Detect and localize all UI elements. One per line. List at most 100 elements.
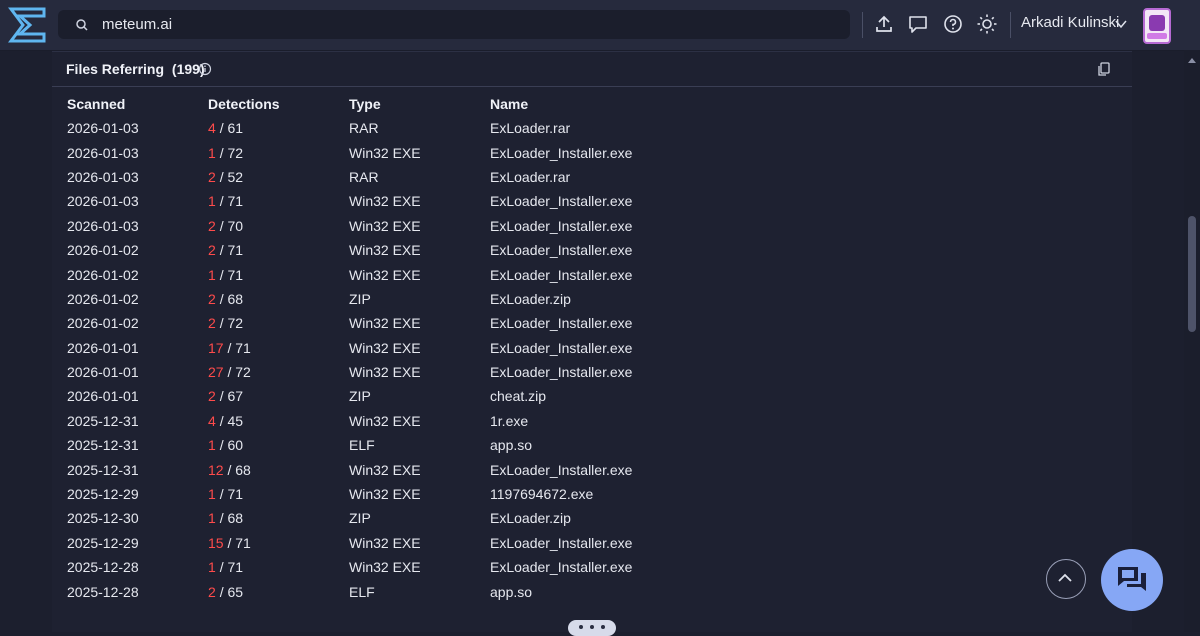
more-button[interactable]	[568, 620, 616, 636]
total-engines: / 68	[219, 290, 244, 307]
column-header-name[interactable]: Name	[475, 92, 890, 116]
file-name-link[interactable]: app.so	[490, 584, 532, 600]
theme-icon[interactable]	[976, 13, 998, 35]
positive-detections: 2	[208, 583, 216, 600]
file-name-link[interactable]: ExLoader_Installer.exe	[490, 267, 632, 283]
file-name-link[interactable]: ExLoader_Installer.exe	[490, 193, 632, 209]
total-engines: / 45	[219, 412, 244, 429]
table-row[interactable]: 2025-12-31 1 / 60 ELF app.so	[52, 433, 890, 457]
info-icon[interactable]	[198, 62, 212, 76]
cell-scanned: 2025-12-28	[52, 555, 193, 579]
total-engines: / 52	[219, 168, 244, 185]
column-header-detections[interactable]: Detections	[193, 92, 334, 116]
file-name-link[interactable]: 1r.exe	[490, 413, 528, 429]
copy-icon[interactable]	[1096, 61, 1112, 77]
file-name-link[interactable]: ExLoader_Installer.exe	[490, 364, 632, 380]
files-referring-panel: Files Referring (199) Scanned Detections…	[52, 51, 1132, 632]
column-header-type[interactable]: Type	[334, 92, 475, 116]
total-engines: / 67	[219, 388, 244, 405]
table-row[interactable]: 2026-01-01 27 / 72 Win32 EXE ExLoader_Insta…	[52, 360, 890, 384]
cell-detections: 15 / 71	[193, 531, 334, 555]
table-row[interactable]: 2025-12-30 1 / 68 ZIP ExLoader.zip	[52, 506, 890, 530]
table-row[interactable]: 2026-01-03 2 / 52 RAR ExLoader.rar	[52, 165, 890, 189]
file-name-link[interactable]: ExLoader_Installer.exe	[490, 145, 632, 161]
cell-scanned: 2026-01-02	[52, 238, 193, 262]
cell-type: RAR	[334, 116, 475, 140]
cell-type: ZIP	[334, 384, 475, 408]
total-engines: / 71	[219, 242, 244, 259]
table-row[interactable]: 2026-01-01 2 / 67 ZIP cheat.zip	[52, 384, 890, 408]
chat-icon[interactable]	[907, 13, 929, 35]
total-engines: / 71	[227, 534, 251, 551]
cell-type: ZIP	[334, 287, 475, 311]
table-row[interactable]: 2025-12-31 4 / 45 Win32 EXE 1r.exe	[52, 409, 890, 433]
file-type: Win32 EXE	[349, 144, 421, 161]
file-name-link[interactable]: ExLoader_Installer.exe	[490, 340, 632, 356]
file-name-link[interactable]: 1197694672.exe	[490, 486, 593, 502]
table-row[interactable]: 2026-01-02 2 / 68 ZIP ExLoader.zip	[52, 287, 890, 311]
scanned-date: 2026-01-03	[67, 193, 139, 210]
cell-name: ExLoader_Installer.exe	[475, 531, 890, 555]
total-engines: / 71	[227, 339, 251, 356]
file-type: Win32 EXE	[349, 364, 421, 381]
cell-detections: 1 / 71	[193, 189, 334, 213]
file-name-link[interactable]: ExLoader.zip	[490, 510, 571, 526]
file-name-link[interactable]: ExLoader.rar	[490, 120, 570, 136]
file-name-link[interactable]: ExLoader_Installer.exe	[490, 242, 632, 258]
user-name[interactable]: Arkadi Kulinski	[1021, 14, 1119, 31]
table-row[interactable]: 2026-01-03 2 / 70 Win32 EXE ExLoader_Instal…	[52, 214, 890, 238]
positive-detections: 2	[208, 290, 216, 307]
scanned-date: 2026-01-02	[67, 290, 139, 307]
help-icon[interactable]	[942, 13, 964, 35]
table-row[interactable]: 2026-01-02 2 / 71 Win32 EXE ExLoader_Instal…	[52, 238, 890, 262]
table-row[interactable]: 2026-01-03 1 / 71 Win32 EXE ExLoader_Instal…	[52, 189, 890, 213]
scrollbar-thumb[interactable]	[1188, 216, 1196, 332]
column-header-scanned[interactable]: Scanned	[52, 92, 193, 116]
table-row[interactable]: 2025-12-29 15 / 71 Win32 EXE ExLoader_Insta…	[52, 531, 890, 555]
positive-detections: 1	[208, 486, 216, 503]
search-bar[interactable]: meteum.ai	[58, 10, 850, 39]
cell-name: ExLoader_Installer.exe	[475, 189, 890, 213]
file-name-link[interactable]: ExLoader_Installer.exe	[490, 218, 632, 234]
table-row[interactable]: 2025-12-28 2 / 65 ELF app.so	[52, 579, 890, 603]
avatar[interactable]	[1143, 8, 1171, 44]
file-name-link[interactable]: ExLoader_Installer.exe	[490, 462, 632, 478]
cell-name: cheat.zip	[475, 384, 890, 408]
cell-detections: 12 / 68	[193, 457, 334, 481]
cell-detections: 2 / 68	[193, 287, 334, 311]
cell-detections: 4 / 61	[193, 116, 334, 140]
file-type: Win32 EXE	[349, 412, 421, 429]
cell-type: ZIP	[334, 506, 475, 530]
file-name-link[interactable]: ExLoader.zip	[490, 291, 571, 307]
scroll-up-icon[interactable]	[1187, 56, 1197, 64]
table-row[interactable]: 2026-01-02 2 / 72 Win32 EXE ExLoader_Instal…	[52, 311, 890, 335]
file-name-link[interactable]: ExLoader_Installer.exe	[490, 559, 632, 575]
table-row[interactable]: 2026-01-03 1 / 72 Win32 EXE ExLoader_Instal…	[52, 140, 890, 164]
chat-support-button[interactable]	[1101, 549, 1163, 611]
scanned-date: 2026-01-01	[67, 388, 139, 405]
file-name-link[interactable]: app.so	[490, 437, 532, 453]
table-row[interactable]: 2026-01-01 17 / 71 Win32 EXE ExLoader_Insta…	[52, 336, 890, 360]
table-row[interactable]: 2025-12-28 1 / 71 Win32 EXE ExLoader_Instal…	[52, 555, 890, 579]
search-input[interactable]: meteum.ai	[102, 16, 172, 33]
scanned-date: 2025-12-30	[67, 510, 139, 527]
cell-name: ExLoader.rar	[475, 165, 890, 189]
table-row[interactable]: 2026-01-03 4 / 61 RAR ExLoader.rar	[52, 116, 890, 140]
table-row[interactable]: 2025-12-29 1 / 71 Win32 EXE 1197694672.exe	[52, 482, 890, 506]
file-name-link[interactable]: ExLoader_Installer.exe	[490, 535, 632, 551]
total-engines: / 72	[219, 315, 244, 332]
table-row[interactable]: 2025-12-31 12 / 68 Win32 EXE ExLoader_Insta…	[52, 457, 890, 481]
cell-detections: 1 / 71	[193, 555, 334, 579]
chevron-down-icon[interactable]	[1114, 17, 1128, 31]
scanned-date: 2025-12-28	[67, 583, 139, 600]
logo-icon[interactable]	[8, 6, 48, 44]
file-name-link[interactable]: cheat.zip	[490, 388, 546, 404]
table-row[interactable]: 2026-01-02 1 / 71 Win32 EXE ExLoader_Instal…	[52, 262, 890, 286]
file-name-link[interactable]: ExLoader.rar	[490, 169, 570, 185]
cell-detections: 2 / 71	[193, 238, 334, 262]
upload-icon[interactable]	[873, 13, 895, 35]
scroll-to-top-button[interactable]	[1046, 559, 1086, 599]
file-type: Win32 EXE	[349, 461, 421, 478]
scrollbar[interactable]	[1184, 50, 1200, 632]
file-name-link[interactable]: ExLoader_Installer.exe	[490, 315, 632, 331]
